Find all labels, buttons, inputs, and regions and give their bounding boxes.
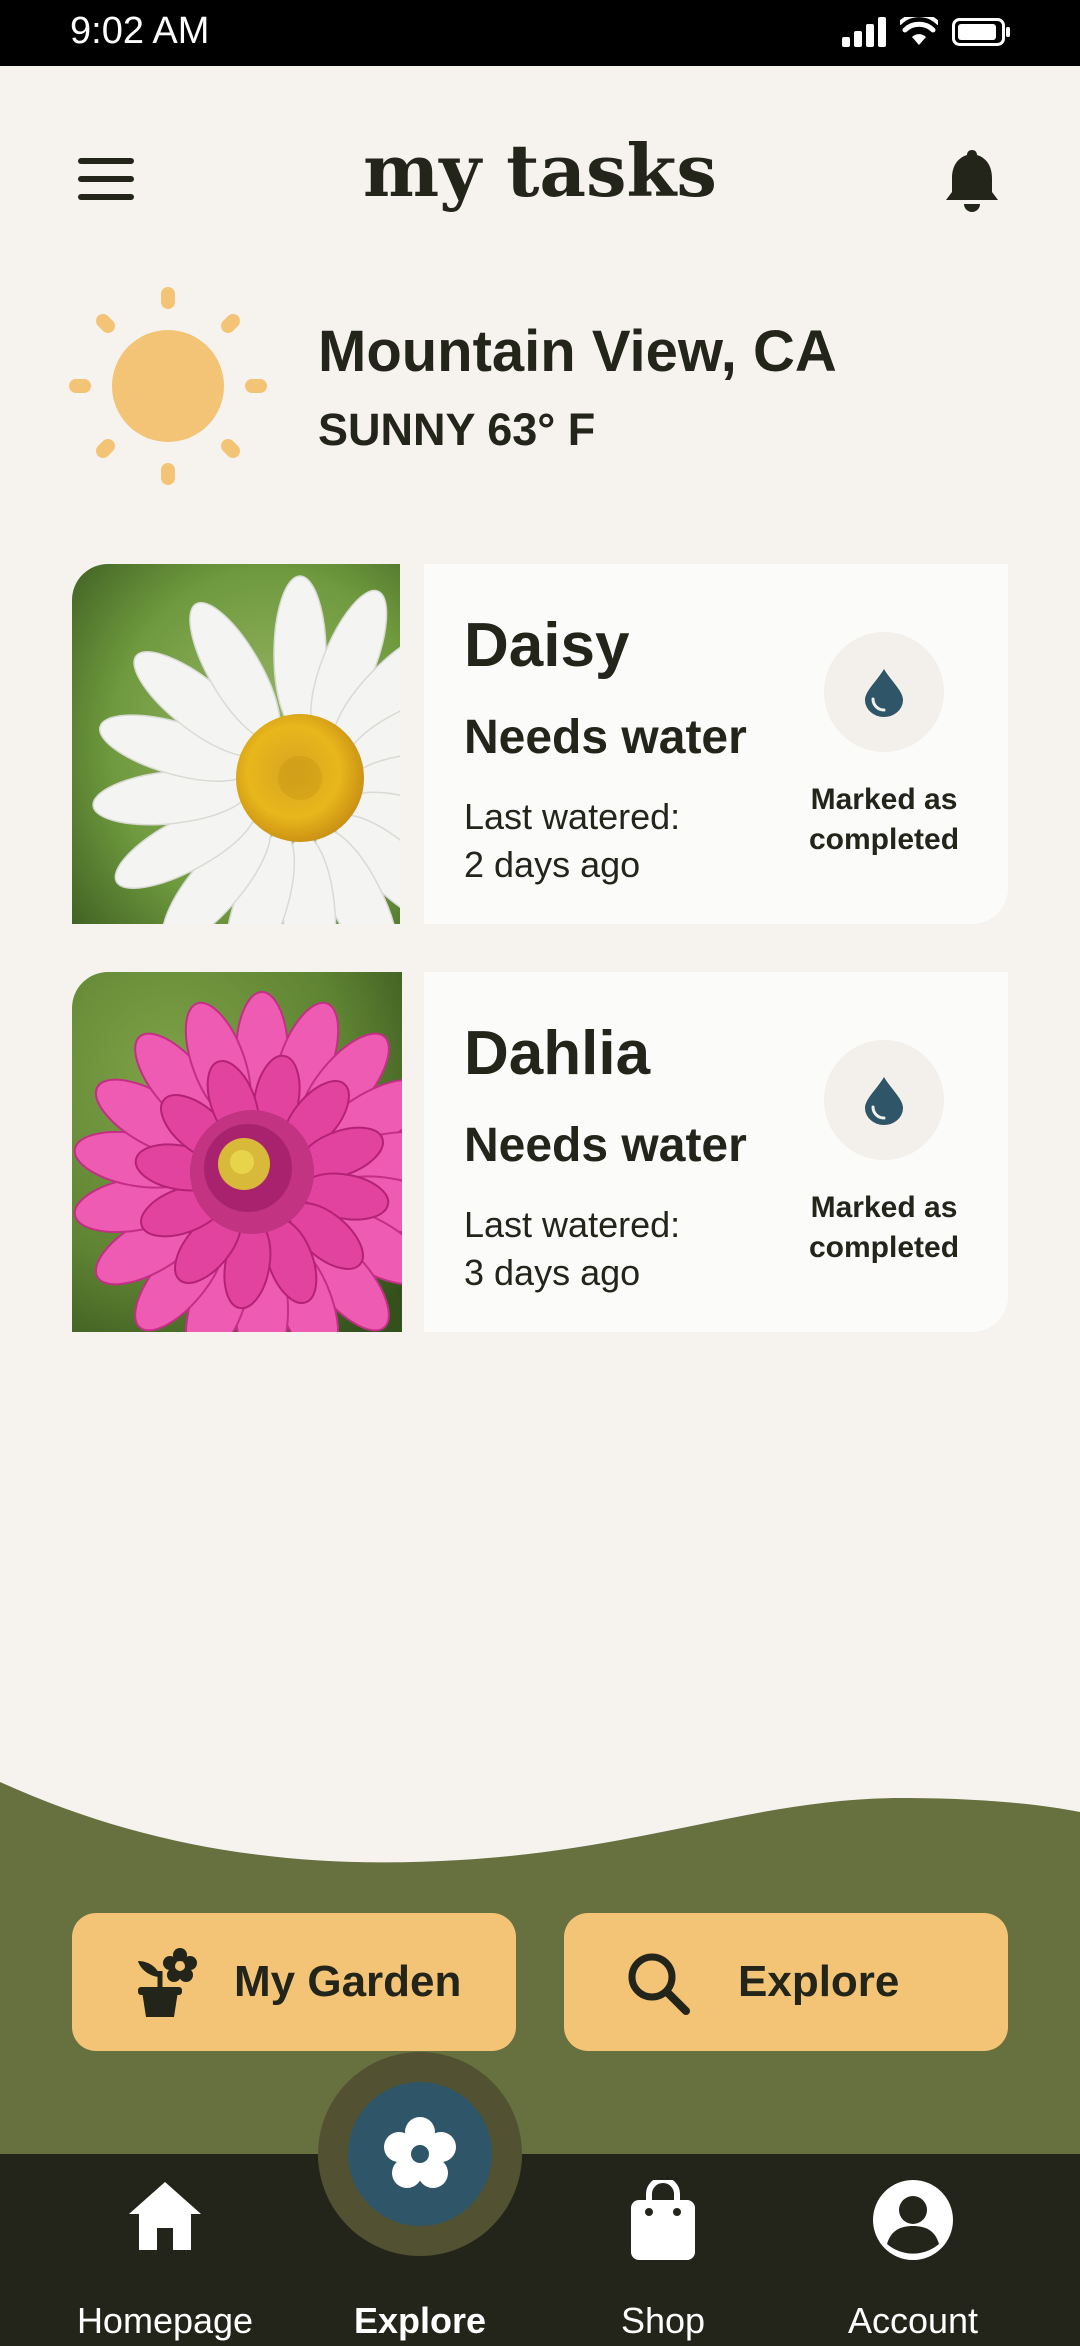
- nav-label-homepage: Homepage: [76, 2300, 254, 2341]
- task-info: Dahlia Needs water Last watered: 3 days …: [424, 972, 1008, 1332]
- plant-name: Daisy: [464, 611, 630, 680]
- dahlia-photo: [72, 972, 402, 1332]
- sun-icon: [69, 287, 267, 485]
- weather-location: Mountain View, CA: [318, 319, 837, 384]
- nav-label-shop: Shop: [620, 2300, 706, 2341]
- water-drop-icon: [865, 1077, 903, 1125]
- bell-icon: [946, 150, 998, 212]
- last-watered-value: 2 days ago: [464, 844, 641, 885]
- status-bar: 9:02 AM: [0, 0, 1080, 66]
- plant-status: Needs water: [464, 1119, 747, 1172]
- flower-icon: [384, 2117, 456, 2188]
- search-icon: [628, 1953, 690, 2015]
- completion-status: Marked as completed: [808, 783, 960, 856]
- plant-name: Dahlia: [464, 1019, 651, 1088]
- wifi-icon: [900, 17, 938, 45]
- status-time: 9:02 AM: [70, 10, 210, 52]
- explore-fab[interactable]: [348, 2082, 492, 2226]
- status-icons: [842, 17, 1010, 47]
- weather-condition: SUNNY 63° F: [318, 404, 596, 455]
- explore-button[interactable]: Explore: [564, 1913, 1008, 2051]
- signal-icon: [842, 17, 886, 47]
- completion-status: Marked as completed: [808, 1191, 960, 1264]
- task-card-daisy[interactable]: Daisy Needs water Last watered: 2 days a…: [72, 564, 1008, 924]
- nav-label-account: Account: [847, 2300, 979, 2341]
- my-garden-label: My Garden: [234, 1957, 462, 2006]
- plant-pot-icon: [138, 1948, 197, 2017]
- water-task-button[interactable]: [824, 1040, 944, 1160]
- task-card-dahlia[interactable]: Dahlia Needs water Last watered: 3 days …: [72, 972, 1008, 1332]
- task-info: Daisy Needs water Last watered: 2 days a…: [424, 564, 1008, 924]
- nav-label-explore: Explore: [353, 2300, 487, 2341]
- water-drop-icon: [865, 669, 903, 717]
- last-watered-value: 3 days ago: [464, 1252, 641, 1293]
- last-watered-label: Last watered:: [464, 1204, 681, 1245]
- notifications-button[interactable]: [942, 146, 1002, 216]
- my-garden-button[interactable]: My Garden: [72, 1913, 516, 2051]
- page-title: my tasks: [363, 128, 717, 213]
- battery-icon: [952, 18, 1010, 46]
- plant-status: Needs water: [464, 711, 747, 764]
- account-icon: [873, 2180, 953, 2260]
- shopping-bag-icon: [631, 2180, 695, 2260]
- last-watered-label: Last watered:: [464, 796, 681, 837]
- explore-label: Explore: [738, 1957, 900, 2006]
- water-task-button[interactable]: [824, 632, 944, 752]
- home-icon: [129, 2182, 201, 2250]
- daisy-photo: [72, 564, 400, 924]
